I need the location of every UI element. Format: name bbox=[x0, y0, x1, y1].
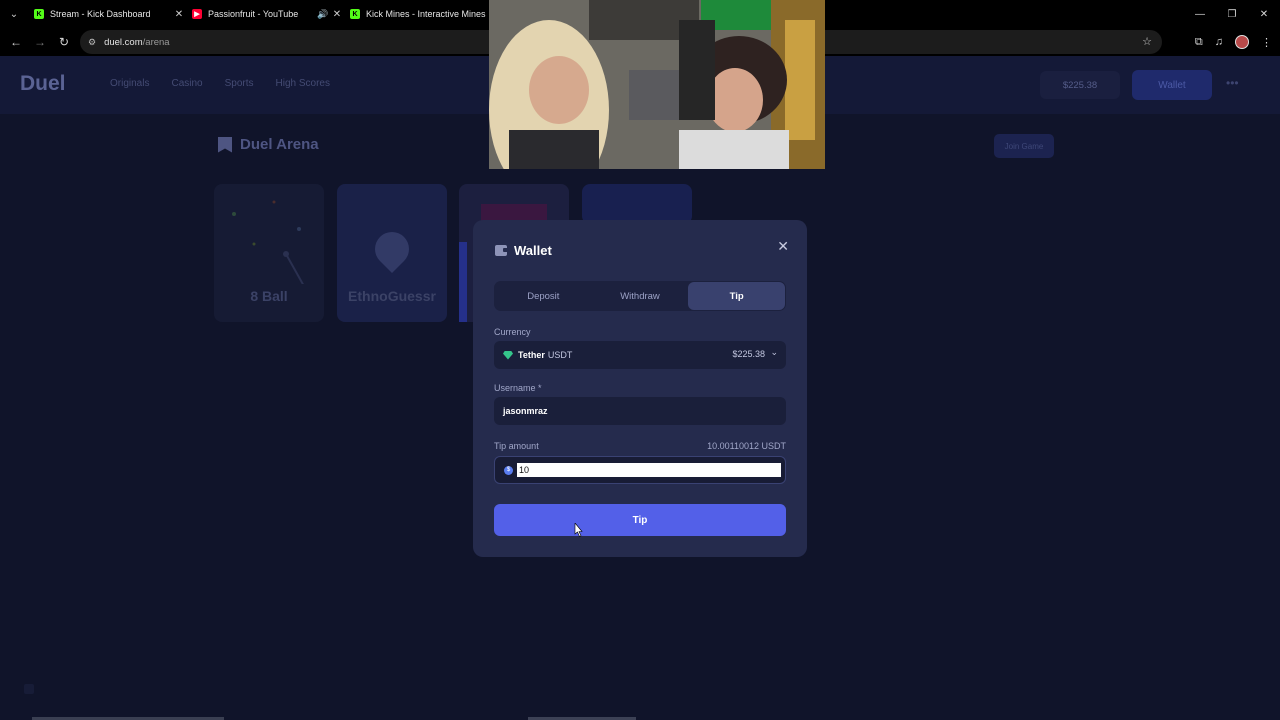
tab-title: Stream - Kick Dashboard bbox=[50, 9, 151, 19]
toolbar-right: ⧉ ♫ ⋮ bbox=[1195, 28, 1272, 56]
close-icon[interactable]: ✕ bbox=[777, 239, 789, 253]
currency-name: Tether bbox=[518, 350, 545, 360]
close-icon[interactable]: ✕ bbox=[330, 9, 344, 20]
kick-icon: K bbox=[350, 9, 360, 19]
wallet-button[interactable]: Wallet bbox=[1132, 70, 1212, 100]
map-pin-icon bbox=[367, 224, 417, 274]
modal-title: Wallet bbox=[514, 243, 552, 258]
webcam-overlay bbox=[489, 0, 825, 169]
currency-code: USDT bbox=[547, 350, 573, 360]
extensions-icon[interactable]: ⧉ bbox=[1195, 36, 1203, 49]
game-card-8-ball[interactable]: 8 Ball bbox=[214, 184, 324, 322]
close-icon[interactable]: ✕ bbox=[172, 9, 186, 20]
modal-header: Wallet bbox=[495, 243, 552, 258]
nav-casino[interactable]: Casino bbox=[171, 78, 202, 89]
game-card-label: 8 Ball bbox=[250, 288, 288, 304]
user-menu-icon[interactable]: ••• bbox=[1226, 76, 1239, 90]
tab-search-icon[interactable]: ⌄ bbox=[0, 0, 28, 28]
url-text: duel.com/arena bbox=[104, 36, 170, 48]
site-logo[interactable]: Duel bbox=[20, 72, 66, 96]
wallet-modal: Wallet ✕ Deposit Withdraw Tip Currency T… bbox=[473, 220, 807, 557]
tab-kick-dashboard[interactable]: K Stream - Kick Dashboard ✕ bbox=[28, 0, 186, 28]
tab-tip[interactable]: Tip bbox=[688, 282, 786, 310]
youtube-icon: ▶ bbox=[192, 9, 202, 19]
join-game-button[interactable]: Join Game bbox=[994, 134, 1054, 158]
back-icon[interactable]: ← bbox=[4, 28, 28, 56]
forward-icon[interactable]: → bbox=[28, 28, 52, 56]
tip-amount-input[interactable]: 10 bbox=[517, 463, 781, 477]
currency-balance: $225.38 bbox=[732, 349, 765, 359]
tab-deposit[interactable]: Deposit bbox=[495, 282, 592, 310]
dollar-coin-icon: $ bbox=[504, 465, 513, 475]
username-field[interactable]: jasonmraz bbox=[494, 397, 786, 425]
balance-display[interactable]: $225.38 bbox=[1040, 71, 1120, 99]
starfield-art bbox=[232, 200, 315, 305]
tab-title: Kick Mines - Interactive Mines ( bbox=[366, 9, 488, 19]
nav-high-scores[interactable]: High Scores bbox=[276, 78, 330, 89]
media-control-icon[interactable]: ♫ bbox=[1215, 36, 1223, 48]
tab-title: Passionfruit - YouTube bbox=[208, 9, 299, 19]
bookmark-star-icon[interactable]: ☆ bbox=[1142, 35, 1152, 48]
tab-kick-mines[interactable]: K Kick Mines - Interactive Mines ( ✕ bbox=[344, 0, 502, 28]
reload-icon[interactable]: ↻ bbox=[52, 28, 76, 56]
section-title: Duel Arena bbox=[218, 136, 319, 153]
minimize-icon[interactable]: — bbox=[1184, 0, 1216, 28]
tip-submit-button[interactable]: Tip bbox=[494, 504, 786, 536]
bookmark-icon bbox=[218, 136, 232, 153]
section-title-text: Duel Arena bbox=[240, 136, 319, 153]
wallet-icon bbox=[495, 245, 508, 256]
tether-gem-icon bbox=[503, 350, 513, 360]
available-balance: 10.00110012 USDT bbox=[707, 441, 786, 451]
site-nav: Originals Casino Sports High Scores bbox=[110, 78, 330, 89]
site-info-icon[interactable]: ⚙ bbox=[88, 37, 96, 48]
wallet-tabs: Deposit Withdraw Tip bbox=[494, 281, 786, 311]
nav-originals[interactable]: Originals bbox=[110, 78, 149, 89]
tip-amount-field[interactable]: $ 10 bbox=[494, 456, 786, 484]
tip-amount-label: Tip amount bbox=[494, 441, 539, 451]
game-card[interactable] bbox=[582, 184, 692, 224]
nav-sports[interactable]: Sports bbox=[225, 78, 254, 89]
webcam-image bbox=[489, 0, 825, 169]
username-value: jasonmraz bbox=[503, 406, 548, 416]
kick-icon: K bbox=[34, 9, 44, 19]
tab-withdraw[interactable]: Withdraw bbox=[592, 282, 689, 310]
close-window-icon[interactable]: ✕ bbox=[1248, 0, 1280, 28]
tab-youtube[interactable]: ▶ Passionfruit - YouTube 🔊 ✕ bbox=[186, 0, 344, 28]
username-label: Username * bbox=[494, 383, 542, 393]
game-card-label: EthnoGuessr bbox=[348, 288, 436, 304]
chat-icon[interactable] bbox=[24, 684, 34, 694]
currency-select[interactable]: Tether USDT $225.38 ⌄ bbox=[494, 341, 786, 369]
game-card-ethnoguessr[interactable]: EthnoGuessr bbox=[337, 184, 447, 322]
speaker-icon[interactable]: 🔊 bbox=[316, 9, 330, 20]
window-controls: — ❐ ✕ bbox=[1184, 0, 1280, 28]
profile-avatar[interactable] bbox=[1235, 35, 1249, 49]
chevron-down-icon: ⌄ bbox=[770, 347, 778, 357]
currency-label: Currency bbox=[494, 327, 531, 337]
restore-icon[interactable]: ❐ bbox=[1216, 0, 1248, 28]
mouse-cursor-icon bbox=[574, 523, 583, 537]
card-art bbox=[459, 242, 467, 322]
more-menu-icon[interactable]: ⋮ bbox=[1261, 36, 1272, 49]
